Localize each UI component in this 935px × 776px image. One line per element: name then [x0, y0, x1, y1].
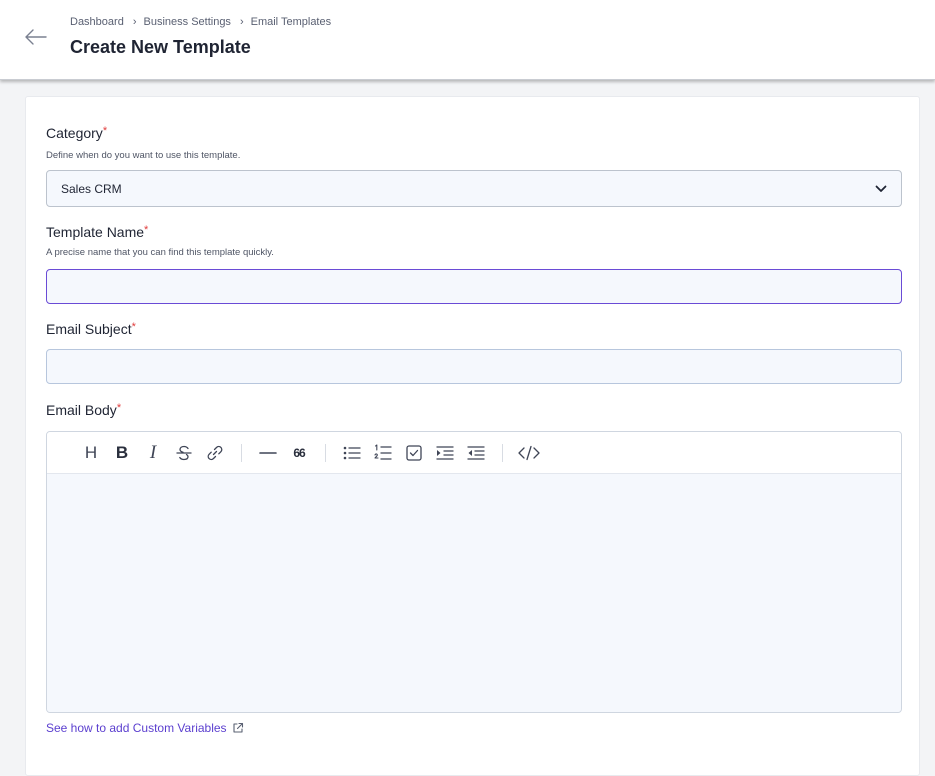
external-link-icon — [232, 722, 243, 733]
category-selected-value: Sales CRM — [61, 181, 122, 196]
strikethrough-icon — [176, 445, 192, 460]
indent-icon — [436, 445, 454, 460]
template-name-input[interactable] — [46, 269, 902, 304]
email-subject-label: Email Subject* — [46, 321, 136, 337]
template-name-help-text: A precise name that you can find this te… — [46, 247, 274, 258]
outdent-button[interactable] — [462, 439, 490, 467]
required-marker: * — [116, 402, 122, 414]
email-subject-input[interactable] — [46, 349, 902, 384]
email-body-content-area[interactable] — [47, 474, 901, 712]
arrow-left-icon — [25, 29, 47, 45]
task-list-button[interactable] — [400, 439, 428, 467]
toolbar-divider — [325, 443, 326, 462]
template-form-card: Category* Define when do you want to use… — [25, 96, 920, 776]
chevron-right-icon: › — [239, 16, 244, 28]
back-button[interactable] — [22, 26, 48, 48]
heading-button[interactable]: H — [77, 439, 105, 467]
category-help-text: Define when do you want to use this temp… — [46, 150, 241, 161]
bullet-list-icon — [343, 446, 361, 459]
code-icon — [518, 445, 540, 460]
chevron-right-icon: › — [132, 16, 137, 28]
email-body-label: Email Body* — [46, 402, 121, 418]
strikethrough-button[interactable] — [170, 439, 198, 467]
bold-button[interactable]: B — [108, 439, 136, 467]
blockquote-button[interactable]: 66 — [285, 439, 313, 467]
page-header: Dashboard › Business Settings › Email Te… — [0, 0, 935, 80]
code-button[interactable] — [515, 439, 543, 467]
template-name-label: Template Name* — [46, 224, 148, 240]
numbered-list-button[interactable] — [369, 439, 397, 467]
email-subject-label-text: Email Subject — [46, 321, 132, 337]
numbered-list-icon — [374, 443, 392, 460]
breadcrumb: Dashboard › Business Settings › Email Te… — [70, 16, 331, 28]
required-marker: * — [131, 321, 136, 333]
italic-button[interactable]: I — [139, 439, 167, 467]
chevron-down-icon — [875, 185, 887, 192]
editor-toolbar: H B I 66 — [47, 432, 901, 474]
category-label-text: Category — [46, 125, 103, 141]
toolbar-divider — [241, 443, 242, 462]
horizontal-rule-icon — [259, 451, 277, 454]
breadcrumb-business-settings[interactable]: Business Settings — [144, 16, 231, 28]
toolbar-divider — [502, 443, 503, 462]
link-button[interactable] — [201, 439, 229, 467]
custom-variables-link-text: See how to add Custom Variables — [46, 721, 227, 735]
breadcrumb-dashboard[interactable]: Dashboard — [70, 16, 124, 28]
horizontal-rule-button[interactable] — [254, 439, 282, 467]
email-body-label-text: Email Body — [46, 402, 117, 418]
category-select[interactable]: Sales CRM — [46, 170, 902, 207]
bullet-list-button[interactable] — [338, 439, 366, 467]
link-icon — [207, 445, 223, 460]
required-marker: * — [144, 224, 149, 236]
template-name-label-text: Template Name — [46, 224, 145, 240]
checkbox-icon — [406, 444, 422, 461]
indent-button[interactable] — [431, 439, 459, 467]
page-title: Create New Template — [70, 37, 251, 57]
category-label: Category* — [46, 125, 107, 141]
outdent-icon — [467, 445, 485, 460]
email-body-editor: H B I 66 — [46, 431, 902, 713]
custom-variables-link[interactable]: See how to add Custom Variables — [46, 721, 244, 735]
required-marker: * — [102, 125, 108, 137]
breadcrumb-email-templates[interactable]: Email Templates — [251, 16, 332, 28]
